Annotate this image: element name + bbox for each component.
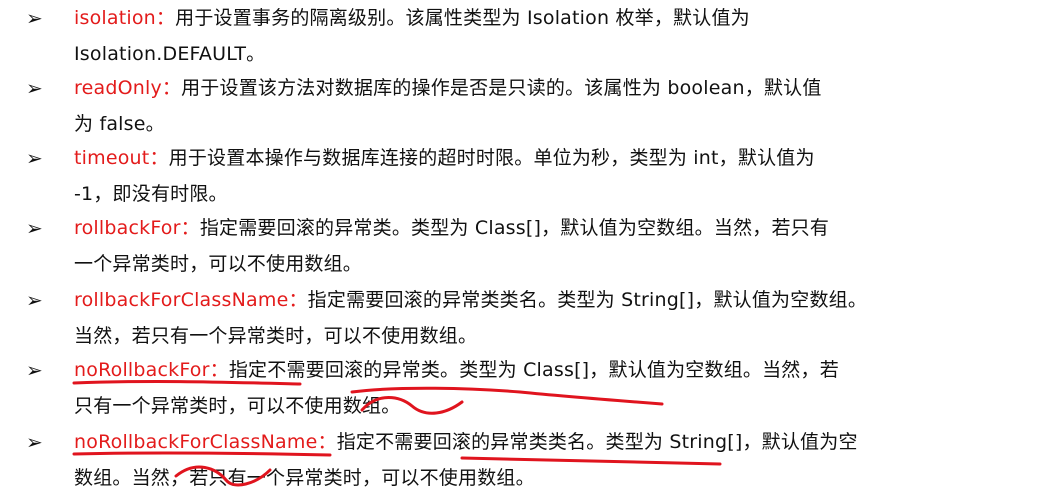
item-line-2: 一个异常类时，可以不使用数组。 (74, 253, 363, 275)
arrow-bullet-icon: ➢ (26, 146, 43, 170)
item-line-1: rollbackFor：指定需要回滚的异常类。类型为 Class[]，默认值为空… (74, 216, 829, 240)
item-line-1: noRollbackFor：指定不需要回滚的异常类。类型为 Class[]，默认… (74, 358, 839, 382)
item-line-1: isolation：用于设置事务的隔离级别。该属性类型为 Isolation 枚… (74, 6, 750, 30)
attribute-name: noRollbackFor： (74, 359, 229, 381)
attribute-name: rollbackForClassName： (74, 289, 308, 311)
attribute-name: isolation： (74, 7, 176, 29)
item-line-1: readOnly：用于设置该方法对数据库的操作是否是只读的。该属性为 boole… (74, 76, 822, 100)
attribute-name: timeout： (74, 147, 169, 169)
arrow-bullet-icon: ➢ (26, 430, 43, 454)
attribute-description: 用于设置事务的隔离级别。该属性类型为 Isolation 枚举，默认值为 (175, 7, 750, 29)
attribute-description: 指定不需要回滚的异常类。类型为 Class[]，默认值为空数组。当然，若 (228, 359, 839, 381)
list-item-norollbackforclassname: ➢ noRollbackForClassName：指定不需要回滚的异常类类名。类… (0, 426, 1061, 496)
item-line-1: timeout：用于设置本操作与数据库连接的超时时限。单位为秒，类型为 int，… (74, 146, 815, 170)
attribute-description: 用于设置本操作与数据库连接的超时时限。单位为秒，类型为 int，默认值为 (168, 147, 815, 169)
list-item-readonly: ➢ readOnly：用于设置该方法对数据库的操作是否是只读的。该属性为 boo… (0, 72, 1061, 142)
item-line-2: 只有一个异常类时，可以不使用数组。 (74, 395, 401, 417)
arrow-bullet-icon: ➢ (26, 6, 43, 30)
attribute-description: 指定不需要回滚的异常类类名。类型为 String[]，默认值为空 (336, 431, 858, 453)
list-item-rollbackfor: ➢ rollbackFor：指定需要回滚的异常类。类型为 Class[]，默认值… (0, 212, 1061, 282)
item-line-2: -1，即没有时限。 (74, 183, 228, 205)
arrow-bullet-icon: ➢ (26, 288, 43, 312)
item-line-1: noRollbackForClassName：指定不需要回滚的异常类类名。类型为… (74, 430, 858, 454)
attribute-name: rollbackFor： (74, 217, 200, 239)
item-line-2: 数组。当然，若只有一个异常类时，可以不使用数组。 (74, 467, 535, 489)
attribute-description: 指定需要回滚的异常类。类型为 Class[]，默认值为空数组。当然，若只有 (199, 217, 830, 239)
attribute-name: noRollbackForClassName： (74, 431, 337, 453)
attribute-description: 用于设置该方法对数据库的操作是否是只读的。该属性为 boolean，默认值 (181, 77, 822, 99)
item-line-2: Isolation.DEFAULT。 (74, 43, 266, 65)
list-item-timeout: ➢ timeout：用于设置本操作与数据库连接的超时时限。单位为秒，类型为 in… (0, 142, 1061, 212)
item-line-2: 为 false。 (74, 113, 165, 135)
attribute-description: 指定需要回滚的异常类类名。类型为 String[]，默认值为空数组。 (307, 289, 868, 311)
arrow-bullet-icon: ➢ (26, 358, 43, 382)
item-line-2: 当然，若只有一个异常类时，可以不使用数组。 (74, 325, 478, 347)
attribute-name: readOnly： (74, 77, 182, 99)
arrow-bullet-icon: ➢ (26, 216, 43, 240)
list-item-norollbackfor: ➢ noRollbackFor：指定不需要回滚的异常类。类型为 Class[]，… (0, 354, 1061, 424)
list-item-rollbackforclassname: ➢ rollbackForClassName：指定需要回滚的异常类类名。类型为 … (0, 284, 1061, 354)
item-line-1: rollbackForClassName：指定需要回滚的异常类类名。类型为 St… (74, 288, 867, 312)
arrow-bullet-icon: ➢ (26, 76, 43, 100)
list-item-isolation: ➢ isolation：用于设置事务的隔离级别。该属性类型为 Isolation… (0, 2, 1061, 72)
